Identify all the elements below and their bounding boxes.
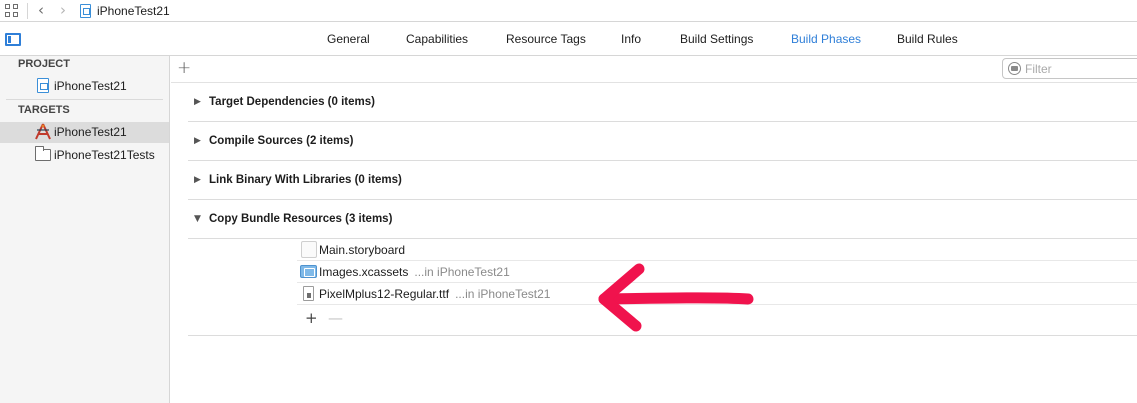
build-phases-editor: + Filter ▶ Target Dependencies (0 items)… bbox=[171, 56, 1137, 403]
filter-placeholder: Filter bbox=[1025, 62, 1052, 76]
project-target-list: PROJECT iPhoneTest21 TARGETS iPhoneTest2… bbox=[0, 56, 170, 403]
back-chevron-icon[interactable]: ‹ bbox=[38, 3, 44, 18]
forward-chevron-icon[interactable]: › bbox=[60, 3, 66, 18]
sidebar-toggle-icon[interactable] bbox=[5, 33, 21, 46]
editor-tab-bar: General Capabilities Resource Tags Info … bbox=[0, 23, 1137, 56]
tab-capabilities[interactable]: Capabilities bbox=[406, 32, 468, 46]
project-file-icon bbox=[80, 3, 91, 18]
phase-title: Target Dependencies (0 items) bbox=[209, 96, 375, 108]
project-item-label: iPhoneTest21 bbox=[54, 79, 127, 93]
disclosure-triangle-icon[interactable]: ▶ bbox=[194, 97, 201, 107]
target-item-iphonetest21tests[interactable]: iPhoneTest21Tests bbox=[0, 145, 169, 166]
disclosure-triangle-icon[interactable]: ▶ bbox=[194, 175, 201, 185]
phase-link-binary[interactable]: ▶ Link Binary With Libraries (0 items) bbox=[188, 161, 1137, 200]
project-section-header: PROJECT bbox=[18, 58, 70, 70]
jumpbar-separator bbox=[27, 2, 28, 19]
test-bundle-icon bbox=[35, 146, 51, 161]
tab-build-phases[interactable]: Build Phases bbox=[791, 32, 861, 46]
phase-title: Link Binary With Libraries (0 items) bbox=[209, 174, 402, 186]
phase-compile-sources[interactable]: ▶ Compile Sources (2 items) bbox=[188, 122, 1137, 161]
font-file-icon bbox=[303, 286, 314, 301]
phase-title: Copy Bundle Resources (3 items) bbox=[209, 213, 393, 225]
file-location: ...in iPhoneTest21 bbox=[455, 287, 551, 301]
tab-build-settings[interactable]: Build Settings bbox=[680, 32, 753, 46]
remove-file-button[interactable]: — bbox=[328, 309, 343, 327]
jumpbar-title[interactable]: iPhoneTest21 bbox=[97, 4, 170, 18]
list-item[interactable]: Main.storyboard bbox=[297, 239, 1137, 261]
add-build-phase-button[interactable]: + bbox=[177, 58, 191, 78]
target-item-label: iPhoneTest21Tests bbox=[54, 148, 155, 162]
list-item[interactable]: PixelMplus12-Regular.ttf ...in iPhoneTest… bbox=[297, 283, 1137, 305]
jump-bar: ‹ › iPhoneTest21 bbox=[0, 0, 1137, 22]
phase-divider bbox=[188, 335, 1137, 336]
tab-general[interactable]: General bbox=[327, 32, 370, 46]
targets-section-header: TARGETS bbox=[18, 104, 70, 116]
project-item[interactable]: iPhoneTest21 bbox=[0, 76, 169, 97]
related-items-grid-icon[interactable] bbox=[5, 3, 19, 18]
file-name: Images.xcassets bbox=[319, 265, 409, 279]
section-divider bbox=[6, 99, 163, 100]
xcassets-folder-icon bbox=[300, 265, 317, 278]
phase-title: Compile Sources (2 items) bbox=[209, 135, 354, 147]
filter-field[interactable]: Filter bbox=[1002, 58, 1137, 79]
target-item-label: iPhoneTest21 bbox=[54, 125, 127, 139]
phase-copy-bundle-resources[interactable]: ▼ Copy Bundle Resources (3 items) bbox=[188, 200, 1137, 239]
file-name: Main.storyboard bbox=[319, 243, 406, 257]
phase-target-dependencies[interactable]: ▶ Target Dependencies (0 items) bbox=[188, 83, 1137, 122]
tab-resource-tags[interactable]: Resource Tags bbox=[506, 32, 586, 46]
file-name-wrapper: Images.xcassets ...in iPhoneTest21 bbox=[319, 265, 510, 279]
target-item-iphonetest21[interactable]: iPhoneTest21 bbox=[0, 122, 169, 143]
add-file-button[interactable]: + bbox=[305, 309, 318, 327]
storyboard-icon bbox=[301, 241, 317, 258]
tab-info[interactable]: Info bbox=[621, 32, 641, 46]
disclosure-triangle-icon[interactable]: ▶ bbox=[194, 136, 201, 146]
tab-build-rules[interactable]: Build Rules bbox=[897, 32, 958, 46]
file-name-wrapper: PixelMplus12-Regular.ttf ...in iPhoneTest… bbox=[319, 287, 550, 301]
file-name: PixelMplus12-Regular.ttf bbox=[319, 287, 450, 301]
app-target-icon bbox=[35, 123, 51, 140]
project-file-icon bbox=[37, 78, 49, 93]
filter-icon bbox=[1008, 62, 1021, 75]
disclosure-triangle-expanded-icon[interactable]: ▼ bbox=[194, 214, 201, 224]
file-location: ...in iPhoneTest21 bbox=[414, 265, 510, 279]
list-item[interactable]: Images.xcassets ...in iPhoneTest21 bbox=[297, 261, 1137, 283]
